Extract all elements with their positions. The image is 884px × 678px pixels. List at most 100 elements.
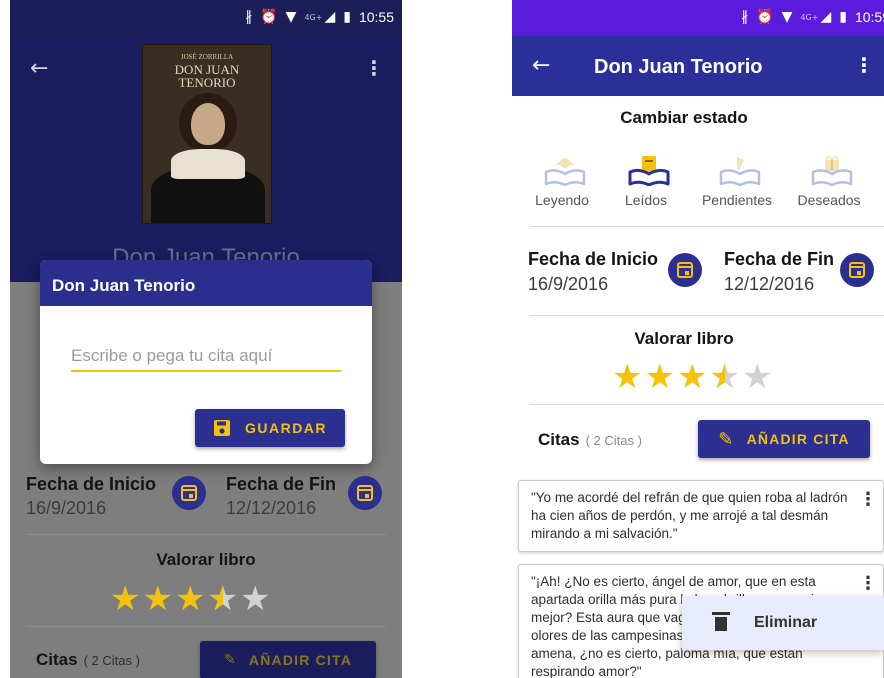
star-icon[interactable]: ★	[742, 360, 772, 394]
calendar-icon	[849, 262, 865, 278]
state-reading[interactable]: Leyendo	[522, 140, 602, 210]
quote-text: "Yo me acordé del refrán de que quien ro…	[531, 490, 848, 541]
quotes-header: Citas ( 2 Citas )	[36, 650, 140, 670]
cover-title: DON JUAN TENORIO	[143, 63, 271, 89]
state-pending[interactable]: Pendientes	[697, 140, 777, 210]
star-icon[interactable]: ★	[709, 360, 739, 394]
battery-icon: ▮	[839, 9, 847, 25]
wifi-icon: ▼	[285, 9, 297, 25]
quote-menu-icon[interactable]: ⋮	[859, 573, 877, 594]
pin-book-icon	[719, 157, 761, 186]
state-label: Leídos	[624, 192, 668, 208]
add-quote-dialog: Don Juan Tenorio GUARDAR	[40, 260, 372, 464]
quotes-header: Citas ( 2 Citas )	[538, 430, 642, 450]
star-icon[interactable]: ★	[110, 582, 140, 616]
start-date-label: Fecha de Inicio	[26, 474, 157, 494]
status-bar: ∦ ⏰ ▼ 4G+ ◢ ▮ 10:55	[10, 0, 402, 36]
star-icon[interactable]: ★	[175, 582, 205, 616]
divider	[530, 315, 884, 316]
end-date-value: 12/12/2016	[724, 274, 815, 294]
closed-book-icon	[628, 156, 670, 186]
end-date-calendar-button[interactable]	[840, 253, 874, 287]
star-icon[interactable]: ★	[677, 360, 707, 394]
signal-icon: ◢	[324, 9, 336, 25]
add-quote-button[interactable]: ✎ AÑADIR CITA	[200, 641, 376, 678]
back-arrow-icon[interactable]: ←	[30, 56, 48, 81]
start-date-value: 16/9/2016	[26, 498, 107, 518]
rating-title: Valorar libro	[156, 550, 256, 569]
star-icon[interactable]: ★	[142, 582, 172, 616]
cover-title-line2: TENORIO	[178, 75, 236, 90]
add-quote-label: AÑADIR CITA	[746, 431, 850, 447]
quotes-count: ( 2 Citas )	[585, 433, 642, 448]
overflow-menu-icon[interactable]: ⋮	[364, 56, 384, 80]
back-arrow-icon[interactable]: ←	[532, 53, 550, 78]
star-icon[interactable]: ★	[240, 582, 270, 616]
quote-field	[71, 340, 341, 372]
bluetooth-icon: ∦	[245, 9, 253, 25]
right-screen: ∦ ⏰ ▼ 4G+ ◢ ▮ 10:59 ← Don Juan Tenorio ⋮…	[512, 0, 884, 678]
divider	[26, 534, 386, 535]
left-screen: ∦ ⏰ ▼ 4G+ ◢ ▮ 10:55 ← ⋮ JOSÉ ZORRILLA DO…	[10, 0, 402, 678]
state-label: Deseados	[797, 192, 861, 208]
battery-icon: ▮	[343, 9, 351, 25]
divider	[530, 404, 884, 405]
end-date-value: 12/12/2016	[226, 498, 317, 518]
pencil-icon: ✎	[718, 428, 735, 450]
calendar-icon	[677, 262, 693, 278]
save-icon	[213, 420, 230, 436]
state-wishlist[interactable]: Deseados	[789, 140, 869, 210]
signal-icon: ◢	[820, 9, 832, 25]
save-button[interactable]: GUARDAR	[195, 409, 345, 447]
status-bar: ∦ ⏰ ▼ 4G+ ◢ ▮ 10:59	[512, 0, 884, 36]
quote-input[interactable]	[71, 346, 341, 366]
cover-author: JOSÉ ZORRILLA	[180, 53, 234, 61]
star-icon[interactable]: ★	[644, 360, 674, 394]
end-date-label: Fecha de Fin	[226, 474, 337, 494]
alarm-icon: ⏰	[260, 9, 278, 25]
overflow-menu-icon[interactable]: ⋮	[854, 53, 874, 77]
quotes-label: Citas	[36, 650, 78, 669]
end-date-calendar-button[interactable]	[348, 476, 382, 510]
rating-stars[interactable]: ★ ★ ★ ★ ★	[612, 360, 772, 394]
star-icon[interactable]: ★	[612, 360, 642, 394]
page-title: Don Juan Tenorio	[594, 56, 763, 78]
book-header: ∦ ⏰ ▼ 4G+ ◢ ▮ 10:55 ← ⋮ JOSÉ ZORRILLA DO…	[10, 0, 402, 282]
network-type: 4G+	[304, 12, 323, 22]
end-date-label: Fecha de Fin	[724, 249, 835, 269]
add-quote-button[interactable]: ✎ AÑADIR CITA	[698, 420, 870, 458]
quotes-count: ( 2 Citas )	[83, 653, 140, 668]
save-label: GUARDAR	[244, 420, 328, 436]
angel-book-icon	[544, 158, 586, 186]
alarm-icon: ⏰	[756, 9, 774, 25]
start-date-label: Fecha de Inicio	[528, 249, 659, 269]
dialog-title: Don Juan Tenorio	[40, 260, 372, 306]
portrait-face	[191, 103, 225, 145]
start-date-calendar-button[interactable]	[172, 476, 206, 510]
star-icon[interactable]: ★	[207, 582, 237, 616]
portrait-collar	[171, 149, 245, 179]
divider	[26, 626, 386, 627]
start-date-value: 16/9/2016	[528, 274, 609, 294]
quotes-label: Citas	[538, 430, 580, 449]
calendar-icon	[357, 485, 373, 501]
quote-menu-icon[interactable]: ⋮	[859, 489, 877, 510]
bluetooth-icon: ∦	[741, 9, 749, 25]
divider	[530, 226, 884, 227]
book-cover: JOSÉ ZORRILLA DON JUAN TENORIO	[142, 44, 272, 224]
app-bar: ← Don Juan Tenorio ⋮	[512, 36, 884, 96]
delete-menu-item[interactable]: Eliminar	[754, 614, 817, 632]
gift-book-icon	[811, 156, 853, 186]
wifi-icon: ▼	[781, 9, 793, 25]
rating-stars[interactable]: ★ ★ ★ ★ ★	[110, 582, 270, 616]
network-type: 4G+	[800, 12, 819, 22]
quote-card[interactable]: "Yo me acordé del refrán de que quien ro…	[518, 480, 884, 552]
trash-icon	[712, 612, 730, 632]
state-label: Pendientes	[701, 192, 773, 208]
change-state-title: Cambiar estado	[620, 108, 748, 127]
state-read[interactable]: Leídos	[606, 140, 686, 210]
start-date-calendar-button[interactable]	[668, 253, 702, 287]
pencil-icon: ✎	[223, 652, 237, 668]
status-time: 10:55	[358, 9, 394, 25]
rating-title: Valorar libro	[634, 329, 734, 348]
